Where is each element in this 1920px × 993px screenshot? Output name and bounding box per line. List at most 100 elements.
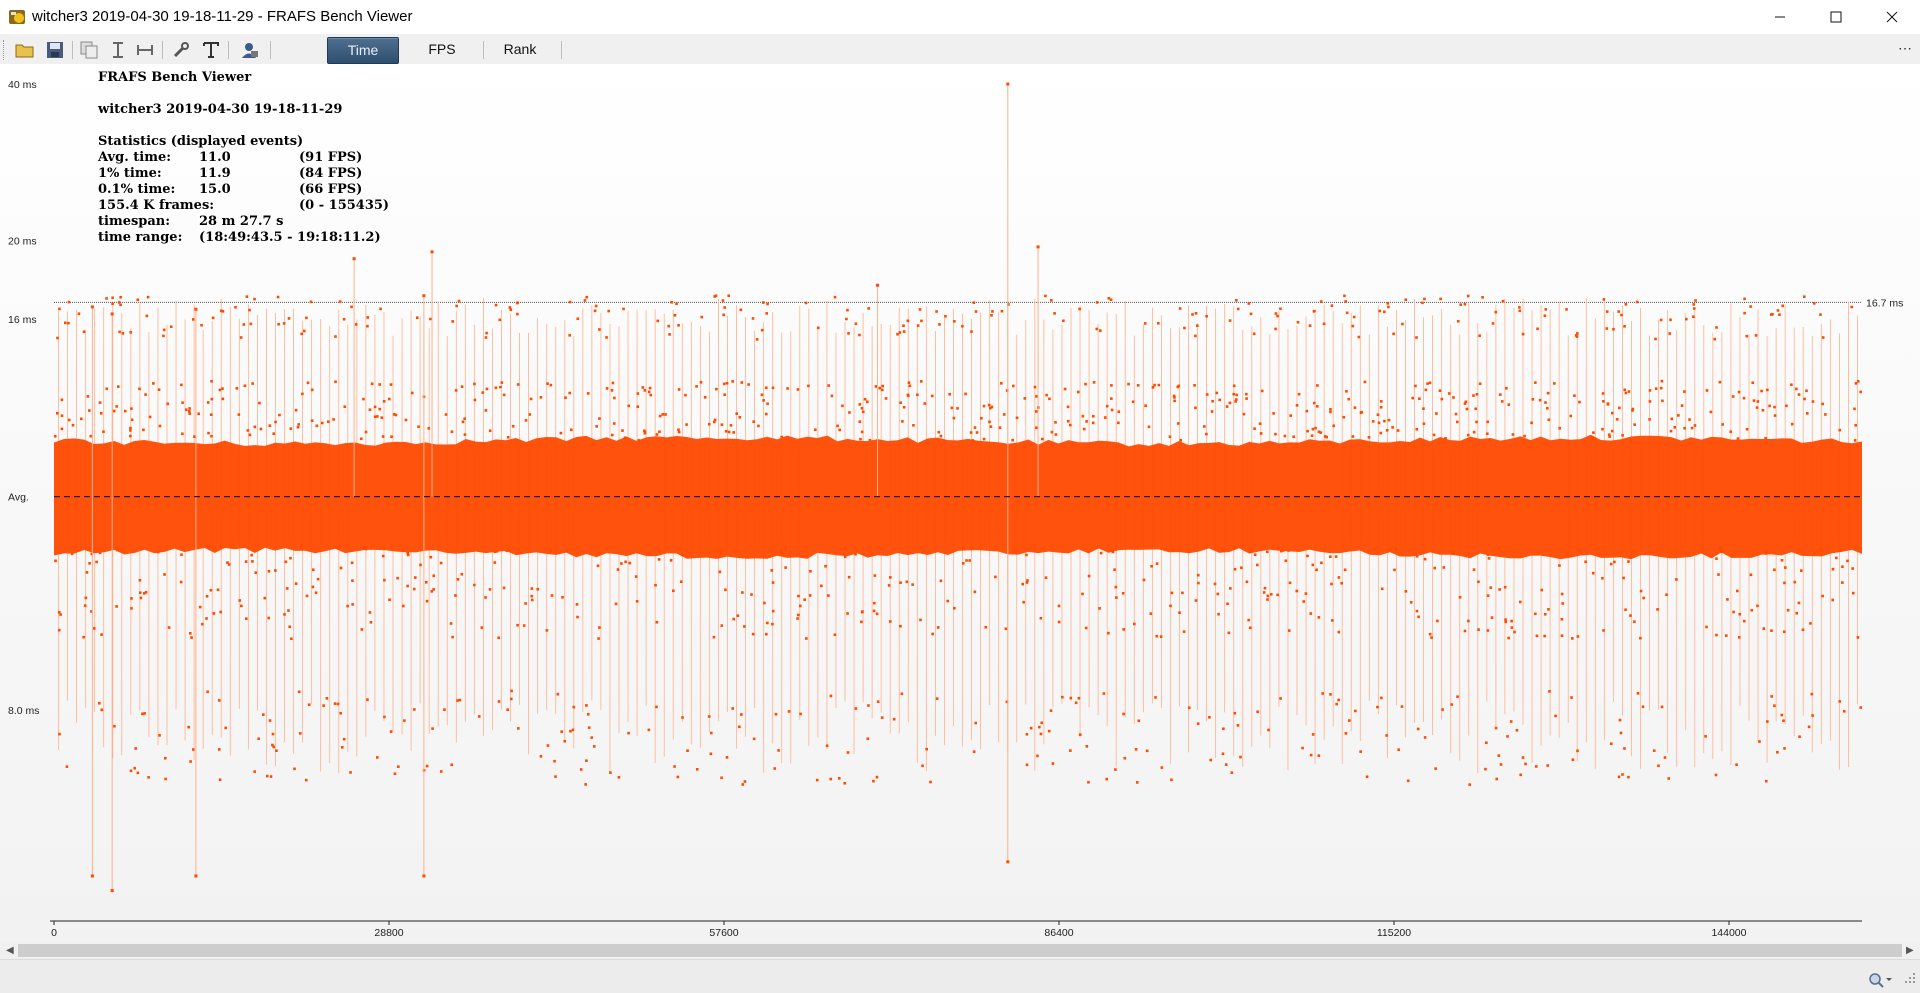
toolbar-grip[interactable]: [3, 40, 6, 60]
toolbar-overflow-button[interactable]: ⋯: [1898, 40, 1912, 57]
zoom-icon[interactable]: [1868, 972, 1892, 993]
frametime-point: [485, 387, 489, 391]
frametime-point: [988, 420, 991, 424]
fit-height-icon[interactable]: [107, 39, 129, 61]
close-button[interactable]: [1864, 0, 1920, 34]
frametime-point: [342, 317, 346, 321]
frametime-point: [190, 636, 193, 639]
frametime-point: [268, 719, 272, 722]
frametime-point: [216, 588, 220, 592]
copy-icon[interactable]: [78, 39, 100, 61]
tab-time[interactable]: Time: [327, 37, 399, 64]
text-icon[interactable]: [200, 39, 222, 61]
frametime-point: [1726, 598, 1729, 601]
frametime-point: [460, 385, 464, 388]
app-icon: [8, 8, 26, 26]
scrollbar-thumb[interactable]: [18, 944, 1902, 957]
frametime-point: [1196, 324, 1199, 327]
frametime-point: [975, 431, 979, 434]
maximize-button[interactable]: [1808, 0, 1864, 34]
frametime-point: [751, 632, 755, 636]
frametime-point: [1105, 404, 1109, 408]
fit-width-icon[interactable]: [134, 39, 156, 61]
frametime-point: [1765, 720, 1769, 723]
scroll-left-icon[interactable]: ◀: [6, 945, 14, 956]
frametime-point: [1157, 321, 1160, 325]
frametime-point: [383, 578, 386, 582]
scroll-right-icon[interactable]: ▶: [1906, 945, 1914, 956]
frametime-point: [259, 427, 263, 431]
frametime-point: [766, 621, 769, 625]
tab-fps[interactable]: FPS: [408, 37, 476, 62]
frametime-point: [141, 712, 144, 716]
frametime-point: [1266, 598, 1269, 601]
frametime-point: [1786, 608, 1790, 612]
frametime-point: [413, 708, 416, 711]
frametime-point: [529, 397, 533, 401]
frametime-point: [643, 389, 647, 392]
resize-grip-icon[interactable]: [1904, 971, 1916, 989]
frametime-point: [668, 333, 671, 336]
frametime-point: [1735, 763, 1738, 767]
frametime-point: [497, 700, 501, 703]
frametime-point: [1821, 594, 1824, 598]
frametime-point: [919, 380, 923, 383]
frametime-point: [1797, 601, 1801, 605]
frametime-point: [1859, 390, 1862, 394]
frametime-point: [55, 411, 59, 415]
frametime-point: [1436, 619, 1439, 623]
frametime-point: [982, 437, 986, 441]
frametime-point: [413, 576, 417, 579]
frametime-point: [827, 594, 830, 597]
frametime-point: [1782, 719, 1785, 722]
frametime-point: [1235, 298, 1238, 302]
frametime-point: [261, 713, 265, 716]
frametime-point: [1631, 409, 1634, 412]
frametime-point: [1499, 763, 1503, 766]
frametime-point: [707, 422, 711, 426]
frametime-point: [896, 332, 899, 336]
frametime-point: [1173, 396, 1176, 399]
frametime-point: [1503, 585, 1507, 589]
spike-point: [194, 307, 198, 311]
frametime-point: [861, 610, 864, 613]
frametime-point: [1387, 418, 1391, 422]
frametime-point: [306, 381, 310, 385]
frametime-point: [673, 765, 676, 768]
frametime-point: [1732, 610, 1735, 614]
frametime-point: [152, 382, 155, 385]
frametime-point: [461, 420, 465, 424]
frametime-point: [1665, 593, 1668, 597]
frametime-point: [1683, 426, 1686, 430]
horizontal-scrollbar[interactable]: ◀ ▶: [0, 942, 1920, 959]
frametime-point: [1534, 765, 1538, 768]
frametime-point: [1812, 551, 1816, 555]
frametime-point: [873, 574, 877, 577]
frametime-point: [1452, 396, 1455, 399]
frametime-point: [623, 436, 627, 440]
save-icon[interactable]: [44, 39, 66, 61]
frametime-point: [612, 422, 616, 425]
minimize-button[interactable]: [1752, 0, 1808, 34]
frametime-point: [833, 633, 837, 637]
frametime-point: [1297, 392, 1301, 396]
frametime-point: [116, 548, 119, 552]
settings-wrench-icon[interactable]: [170, 39, 192, 61]
frametime-point: [1315, 568, 1318, 572]
user-lock-icon[interactable]: [238, 39, 260, 61]
frametime-point: [209, 413, 213, 416]
frametime-point: [510, 689, 513, 693]
frametime-point: [379, 307, 382, 311]
open-folder-icon[interactable]: [14, 39, 36, 61]
frametime-point: [1260, 389, 1264, 393]
frametime-point: [258, 401, 261, 405]
frametime-chart[interactable]: 40 ms 20 ms 16 ms Avg. 8.0 ms 16.7 ms 0 28800 57…: [0, 64, 1920, 942]
frametime-point: [227, 563, 231, 566]
frametime-point: [129, 434, 132, 438]
frametime-point: [1805, 389, 1808, 393]
tab-rank[interactable]: Rank: [488, 37, 552, 62]
frametime-point: [1510, 626, 1514, 629]
spike-point: [1036, 245, 1040, 249]
frametime-point: [760, 328, 764, 332]
